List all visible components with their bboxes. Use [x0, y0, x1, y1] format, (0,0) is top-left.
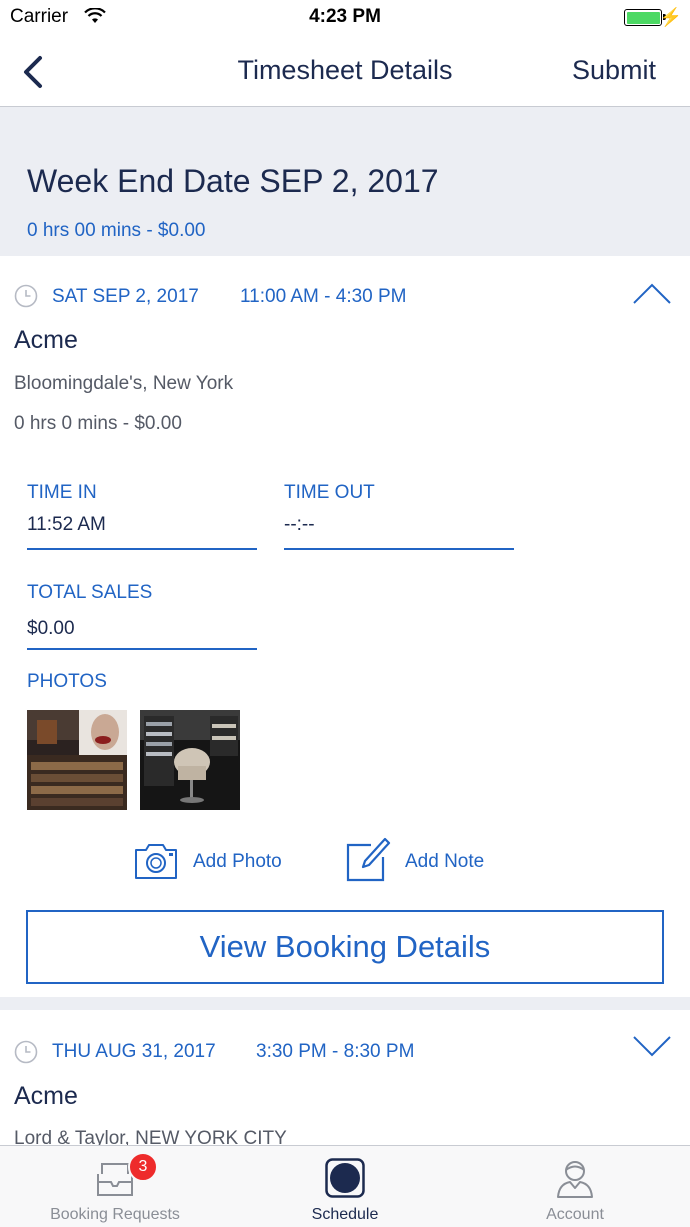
time-out-label: TIME OUT	[284, 482, 375, 503]
photos-label: PHOTOS	[27, 671, 107, 692]
shift-date: SAT SEP 2, 2017	[52, 286, 199, 307]
tab-label: Account	[546, 1206, 604, 1223]
chevron-up-icon[interactable]	[632, 282, 672, 306]
camera-icon	[133, 841, 179, 886]
total-sales-underline	[27, 648, 257, 650]
week-total: 0 hrs 00 mins - $0.00	[27, 220, 206, 241]
view-booking-details-label: View Booking Details	[199, 929, 491, 964]
shift-duration: 0 hrs 0 mins - $0.00	[14, 413, 182, 434]
charging-icon: ⚡	[659, 7, 682, 27]
add-photo-button[interactable]: Add Photo	[133, 841, 293, 885]
tab-booking-requests[interactable]: 3 Booking Requests	[0, 1146, 230, 1227]
shift-location: Bloomingdale's, New York	[14, 373, 234, 394]
add-photo-label: Add Photo	[193, 851, 282, 872]
shift-location: Lord & Taylor, NEW YORK CITY	[14, 1128, 287, 1145]
client-name: Acme	[14, 1082, 78, 1110]
add-note-button[interactable]: Add Note	[345, 837, 495, 885]
tab-label: Schedule	[311, 1206, 379, 1223]
time-out-underline	[284, 548, 514, 550]
tab-schedule[interactable]: Schedule	[230, 1146, 460, 1227]
week-summary: Week End Date SEP 2, 2017 0 hrs 00 mins …	[0, 107, 690, 256]
week-end-date: Week End Date SEP 2, 2017	[27, 163, 439, 199]
time-in-underline	[27, 548, 257, 550]
view-booking-details-button[interactable]: View Booking Details	[26, 910, 664, 984]
note-edit-icon	[345, 837, 391, 888]
tab-label: Booking Requests	[50, 1206, 180, 1223]
navigation-bar: Timesheet Details Submit	[0, 36, 690, 107]
notification-badge: 3	[128, 1152, 158, 1182]
time-in-label: TIME IN	[27, 482, 97, 503]
clock-icon	[14, 284, 38, 308]
tab-account[interactable]: Account	[460, 1146, 690, 1227]
shift-card: SAT SEP 2, 2017 11:00 AM - 4:30 PM Acme …	[0, 256, 690, 997]
tab-bar: 3 Booking Requests Schedule Account	[0, 1145, 690, 1227]
add-note-label: Add Note	[405, 851, 485, 872]
card-separator	[0, 997, 690, 1010]
shift-date: THU AUG 31, 2017	[52, 1041, 216, 1062]
client-name: Acme	[14, 326, 78, 354]
chevron-down-icon[interactable]	[632, 1034, 672, 1058]
shift-card[interactable]: THU AUG 31, 2017 3:30 PM - 8:30 PM Acme …	[0, 1010, 690, 1145]
battery-icon	[624, 9, 666, 26]
status-bar: Carrier 4:23 PM ⚡	[0, 0, 690, 36]
total-sales-label: TOTAL SALES	[27, 582, 153, 603]
clock-time: 4:23 PM	[309, 6, 381, 27]
time-in-field[interactable]: 11:52 AM	[27, 514, 106, 536]
schedule-icon	[325, 1158, 365, 1198]
photo-thumbnail[interactable]	[27, 710, 127, 810]
person-icon	[555, 1158, 595, 1198]
submit-button[interactable]: Submit	[572, 55, 656, 86]
time-out-field[interactable]: --:--	[284, 514, 315, 536]
shift-hours: 11:00 AM - 4:30 PM	[240, 286, 407, 307]
photo-thumbnail[interactable]	[140, 710, 240, 810]
shift-hours: 3:30 PM - 8:30 PM	[256, 1041, 415, 1062]
clock-icon	[14, 1040, 38, 1064]
total-sales-field[interactable]: $0.00	[27, 618, 75, 640]
